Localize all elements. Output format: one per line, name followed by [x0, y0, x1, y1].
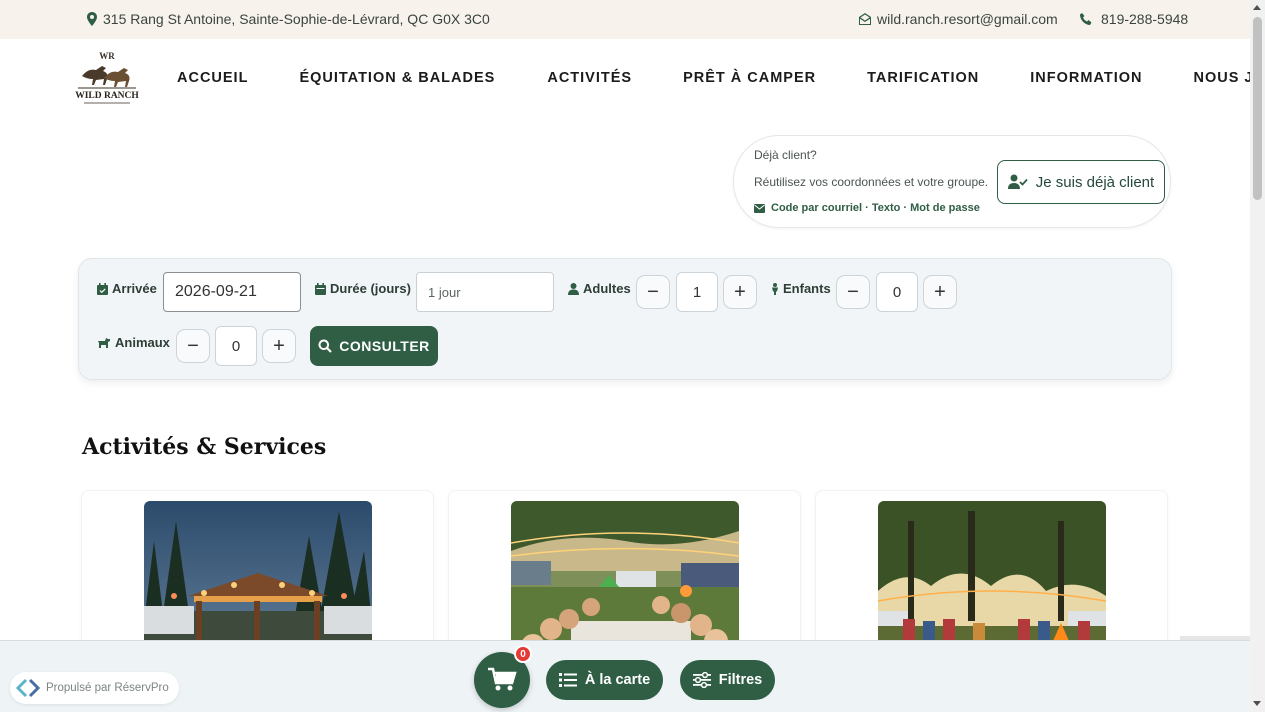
- section-title: Activités & Services: [82, 434, 327, 460]
- powered-by-text: Propulsé par RéservPro: [46, 682, 169, 694]
- main-nav: ACCUEIL ÉQUITATION & BALADES ACTIVITÉS P…: [177, 70, 1265, 86]
- map-pin-icon: [87, 12, 97, 26]
- pets-label: Animaux: [97, 335, 170, 350]
- user-check-icon: [1007, 174, 1028, 189]
- children-count-input[interactable]: 0: [876, 272, 918, 312]
- phone-text[interactable]: 819-288-5948: [1101, 11, 1188, 27]
- nav-item-accueil[interactable]: ACCUEIL: [177, 70, 248, 86]
- page-scrollbar[interactable]: [1250, 0, 1265, 712]
- logo-wordmark: WILD RANCH: [75, 91, 139, 101]
- user-icon: [568, 282, 579, 295]
- arrival-label-text: Arrivée: [112, 281, 157, 296]
- logo-monogram: WR: [99, 51, 115, 61]
- children-label-text: Enfants: [783, 281, 831, 296]
- adults-minus-button[interactable]: −: [636, 275, 670, 309]
- pets-plus-button[interactable]: +: [262, 329, 296, 363]
- dog-icon: [98, 337, 110, 348]
- already-client-button[interactable]: Je suis déjà client: [997, 160, 1165, 204]
- nav-item-information[interactable]: INFORMATION: [1030, 70, 1142, 86]
- envelope-open-icon: [859, 13, 871, 25]
- phone-link[interactable]: 819-288-5948: [1079, 11, 1188, 27]
- sliders-icon: [692, 672, 711, 688]
- nav-item-equitation[interactable]: ÉQUITATION & BALADES: [299, 70, 495, 86]
- duration-label: Durée (jours): [315, 281, 411, 296]
- arrival-date-input[interactable]: 2026-09-21: [163, 272, 301, 312]
- list-icon: [558, 673, 577, 687]
- already-client-label: Je suis déjà client: [1035, 173, 1155, 191]
- children-minus-button[interactable]: −: [836, 275, 870, 309]
- pets-count-input[interactable]: 0: [215, 326, 257, 366]
- calendar-check-icon: [97, 282, 108, 295]
- returning-client-description: Réutilisez vos coordonnées et votre grou…: [754, 175, 989, 189]
- address-text: 315 Rang St Antoine, Sainte-Sophie-de-Lé…: [103, 11, 490, 27]
- address: 315 Rang St Antoine, Sainte-Sophie-de-Lé…: [86, 11, 490, 27]
- login-methods: Code par courriel · Texto · Mot de passe: [754, 202, 980, 214]
- envelope-icon: [754, 203, 765, 213]
- pets-minus-button[interactable]: −: [176, 329, 210, 363]
- arrival-label: Arrivée: [97, 281, 157, 296]
- scroll-down-arrow-icon[interactable]: [1253, 701, 1261, 706]
- pets-label-text: Animaux: [115, 335, 170, 350]
- logo-graphic: WR WILD RANCH: [75, 51, 139, 104]
- a-la-carte-label: À la carte: [584, 672, 651, 688]
- cart-count-badge: 0: [514, 645, 532, 663]
- duration-label-text: Durée (jours): [330, 281, 411, 296]
- adults-count-input[interactable]: 1: [676, 272, 718, 312]
- returning-client-card: Déjà client? Réutilisez vos coordonnées …: [733, 135, 1171, 228]
- phone-icon: [1080, 13, 1092, 25]
- child-icon: [772, 282, 778, 295]
- nav-item-pret-a-camper[interactable]: PRÊT À CAMPER: [683, 70, 816, 86]
- scroll-up-arrow-icon[interactable]: [1253, 5, 1261, 10]
- powered-by-badge[interactable]: Propulsé par RéservPro: [10, 672, 179, 704]
- login-methods-text: Code par courriel · Texto · Mot de passe: [771, 202, 980, 214]
- nav-item-tarification[interactable]: TARIFICATION: [867, 70, 979, 86]
- adults-plus-button[interactable]: +: [723, 275, 757, 309]
- filters-button[interactable]: Filtres: [680, 660, 775, 700]
- scrollbar-thumb[interactable]: [1253, 17, 1262, 200]
- search-icon: [318, 339, 332, 353]
- filters-label: Filtres: [718, 672, 763, 688]
- children-plus-button[interactable]: +: [923, 275, 957, 309]
- shopping-cart-icon: [488, 667, 517, 691]
- adults-label-text: Adultes: [583, 281, 631, 296]
- booking-search-panel: Arrivée 2026-09-21 Durée (jours) 1 jour …: [78, 258, 1172, 380]
- email-text[interactable]: wild.ranch.resort@gmail.com: [877, 11, 1058, 27]
- email-link[interactable]: wild.ranch.resort@gmail.com: [858, 11, 1058, 27]
- consult-button[interactable]: CONSULTER: [310, 326, 438, 366]
- a-la-carte-button[interactable]: À la carte: [546, 660, 663, 700]
- returning-client-question: Déjà client?: [754, 148, 817, 162]
- bottom-action-bar: Propulsé par RéservPro 0 À la carte Filt…: [0, 640, 1250, 712]
- wild-ranch-logo[interactable]: WR WILD RANCH: [74, 48, 140, 108]
- calendar-icon: [315, 282, 326, 295]
- top-info-bar: 315 Rang St Antoine, Sainte-Sophie-de-Lé…: [0, 0, 1250, 39]
- consult-label: CONSULTER: [339, 338, 430, 354]
- adults-label: Adultes: [568, 281, 631, 296]
- duration-input[interactable]: 1 jour: [416, 272, 554, 312]
- children-label: Enfants: [771, 281, 831, 296]
- reservpro-logo-icon: [16, 678, 40, 698]
- nav-item-activites[interactable]: ACTIVITÉS: [547, 70, 632, 86]
